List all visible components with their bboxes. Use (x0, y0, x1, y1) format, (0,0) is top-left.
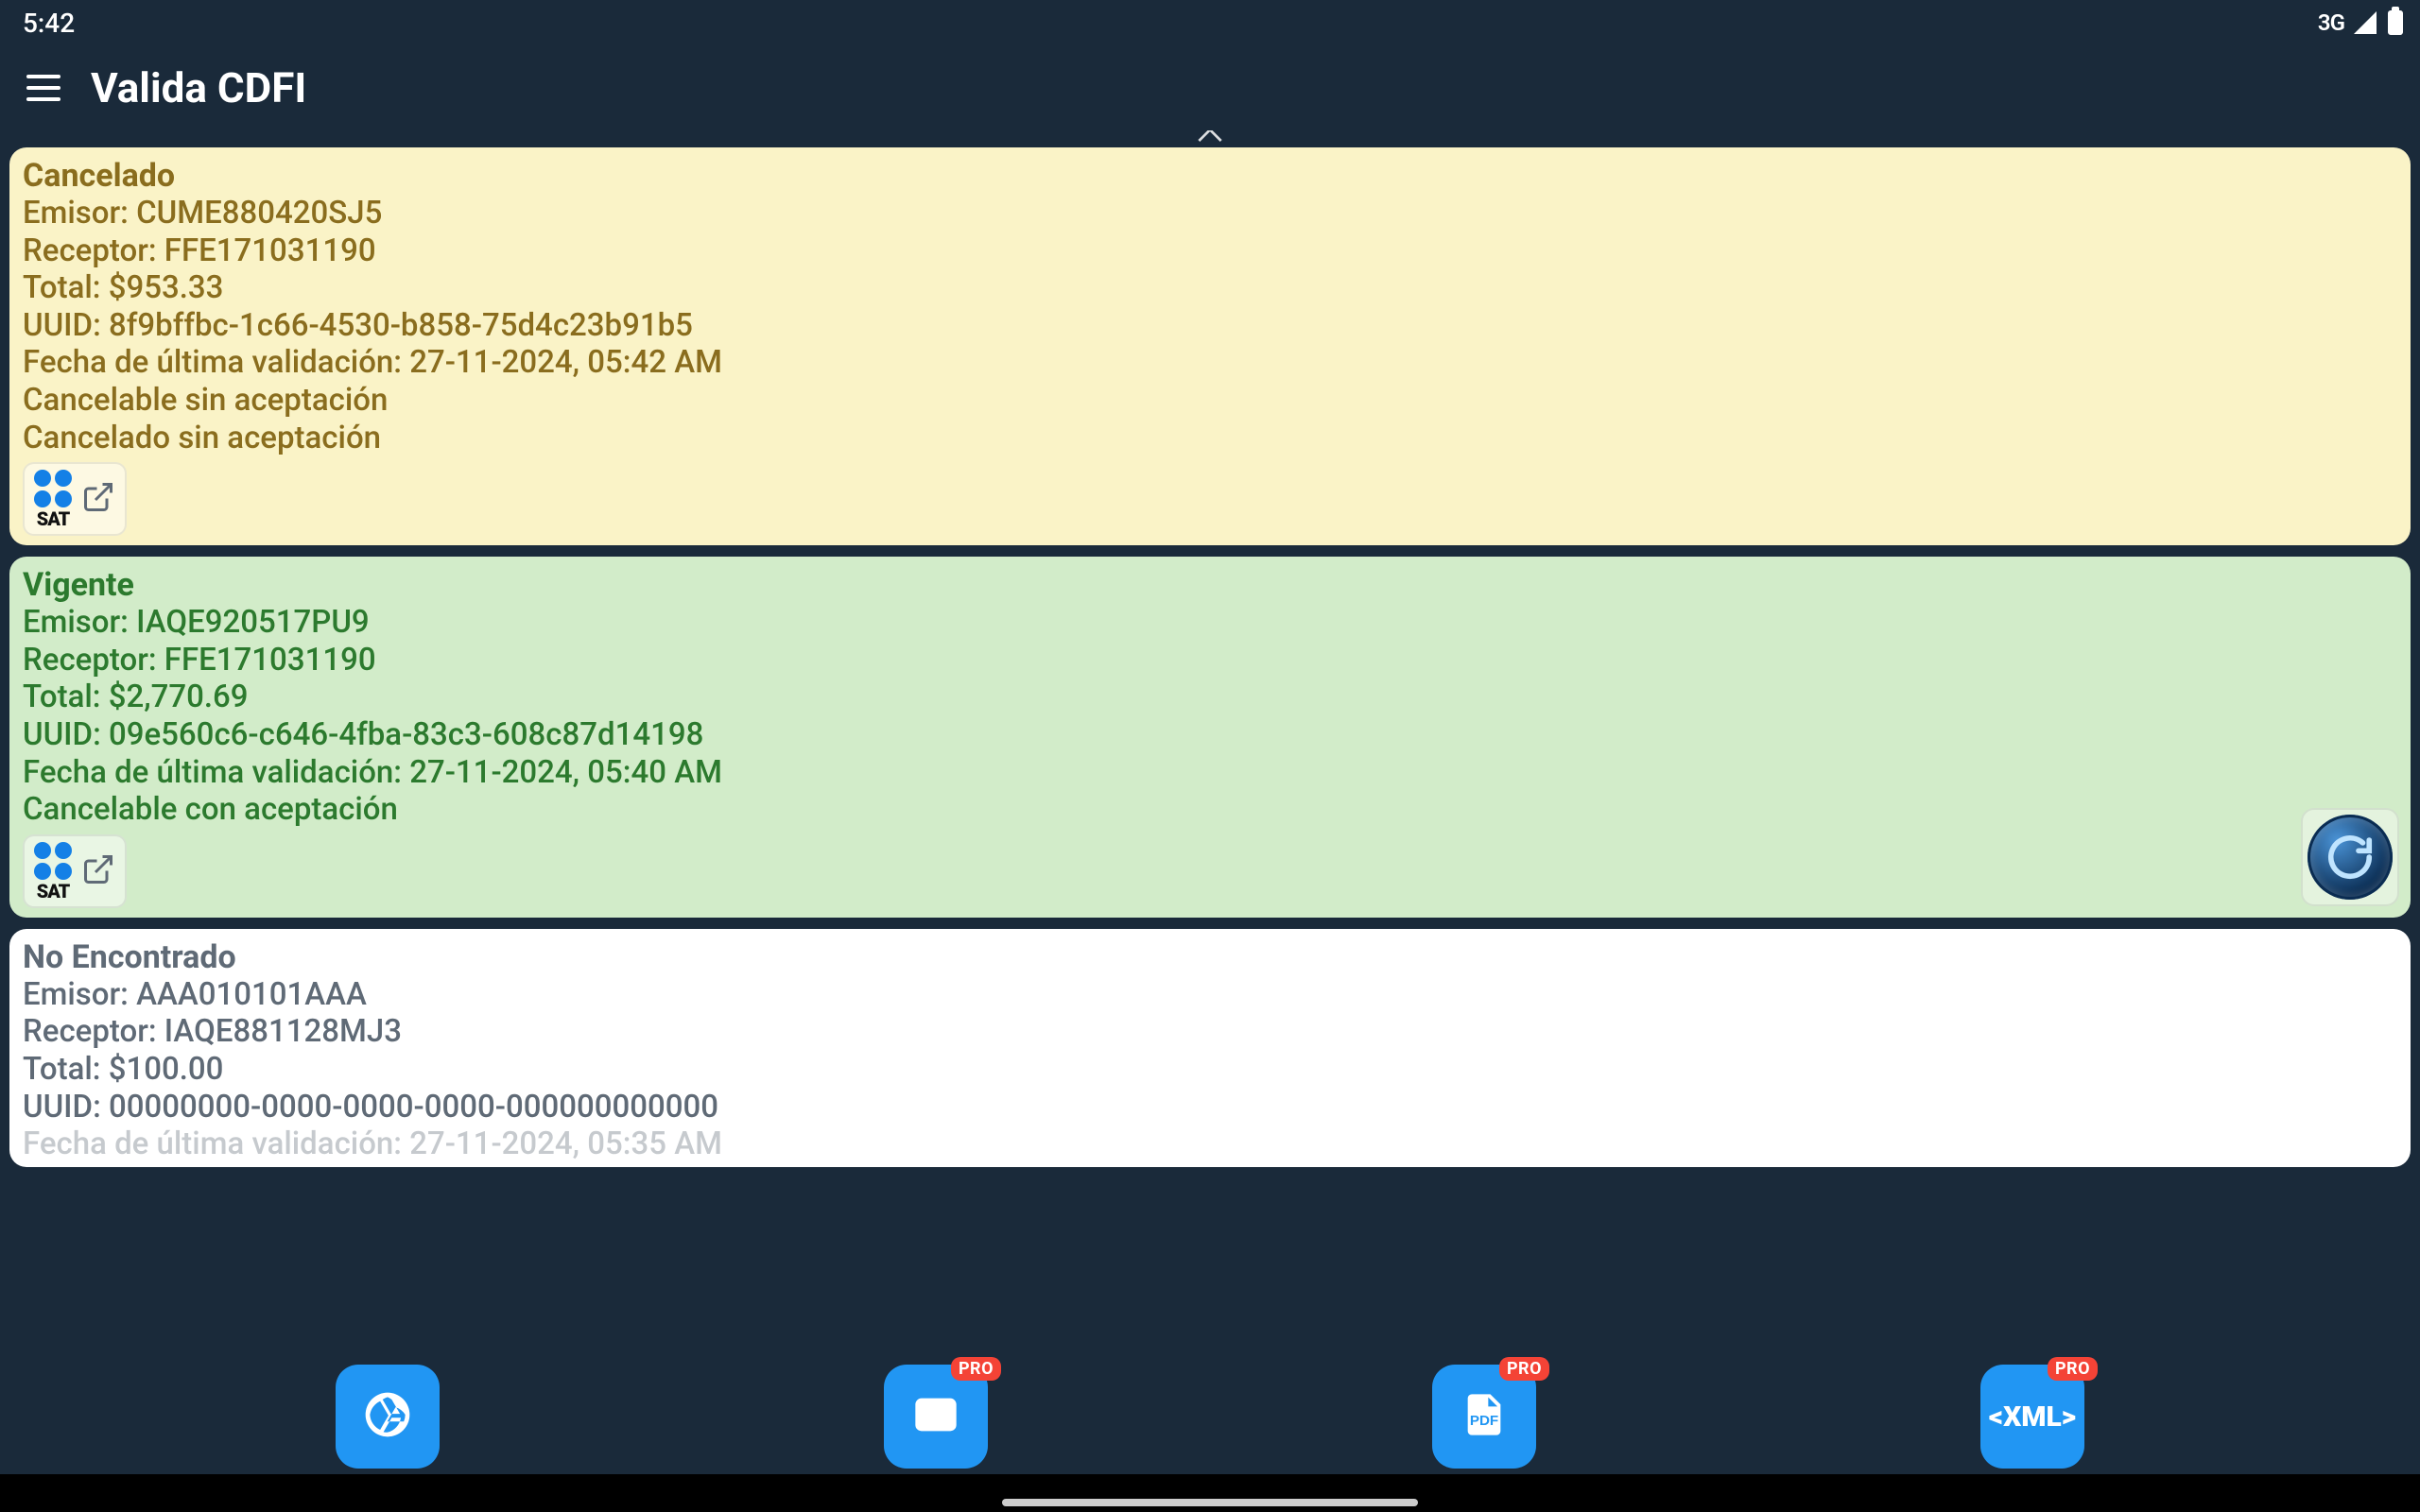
external-link-icon (81, 852, 115, 890)
status-label: Cancelado (23, 157, 2397, 195)
emisor-line: Emisor: CUME880420SJ5 (23, 195, 2397, 232)
sat-logo-icon: SAT (34, 470, 72, 528)
bottom-nav: PRO PDF PRO <XML> PRO (0, 1359, 2420, 1474)
camera-button[interactable] (336, 1365, 440, 1469)
total-line: Total: $100.00 (23, 1051, 2397, 1089)
external-link-icon (81, 480, 115, 518)
emisor-line: Emisor: IAQE920517PU9 (23, 604, 2397, 642)
app-title: Valida CDFI (91, 63, 306, 112)
gallery-button[interactable]: PRO (884, 1365, 988, 1469)
refresh-button[interactable] (2301, 808, 2399, 906)
home-indicator[interactable] (1002, 1499, 1418, 1506)
signal-icon (2354, 11, 2377, 34)
pdf-button[interactable]: PDF PRO (1432, 1365, 1536, 1469)
pro-badge: PRO (1499, 1357, 1549, 1381)
receptor-line: Receptor: FFE171031190 (23, 232, 2397, 270)
invoice-card-vigente[interactable]: Vigente Emisor: IAQE920517PU9 Receptor: … (9, 557, 2411, 918)
status-bar: 5:42 3G (0, 0, 2420, 45)
svg-text:PDF: PDF (1470, 1413, 1498, 1429)
uuid-line: UUID: 8f9bffbc-1c66-4530-b858-75d4c23b91… (23, 307, 2397, 345)
app-bar: Valida CDFI (0, 45, 2420, 130)
open-sat-button[interactable]: SAT (23, 462, 127, 536)
uuid-line: UUID: 00000000-0000-0000-0000-0000000000… (23, 1089, 2397, 1126)
uuid-line: UUID: 09e560c6-c646-4fba-83c3-608c87d141… (23, 716, 2397, 754)
pdf-file-icon: PDF (1460, 1390, 1509, 1443)
total-line: Total: $2,770.69 (23, 679, 2397, 716)
open-sat-button[interactable]: SAT (23, 834, 127, 908)
sat-logo-icon: SAT (34, 842, 72, 901)
pro-badge: PRO (2048, 1357, 2098, 1381)
validation-date-line: Fecha de última validación: 27-11-2024, … (23, 754, 2397, 792)
invoice-list[interactable]: Cancelado Emisor: CUME880420SJ5 Receptor… (0, 147, 2420, 1359)
receptor-line: Receptor: IAQE881128MJ3 (23, 1013, 2397, 1051)
validation-date-line: Fecha de última validación: 27-11-2024, … (23, 344, 2397, 382)
battery-icon (2388, 10, 2403, 35)
invoice-card-notfound[interactable]: No Encontrado Emisor: AAA010101AAA Recep… (9, 929, 2411, 1167)
refresh-icon (2308, 815, 2393, 900)
pro-badge: PRO (951, 1357, 1001, 1381)
camera-shutter-icon (361, 1388, 414, 1445)
status-label: No Encontrado (23, 938, 2397, 976)
receptor-line: Receptor: FFE171031190 (23, 642, 2397, 679)
validation-date-line: Fecha de última validación: 27-11-2024, … (23, 1125, 2397, 1163)
xml-button[interactable]: <XML> PRO (1980, 1365, 2084, 1469)
extra-line: Cancelable sin aceptación (23, 382, 2397, 420)
xml-icon: <XML> (1989, 1400, 2076, 1434)
status-right: 3G (2318, 9, 2403, 36)
total-line: Total: $953.33 (23, 269, 2397, 307)
status-label: Vigente (23, 566, 2397, 604)
network-indicator: 3G (2318, 9, 2344, 36)
image-search-icon (911, 1390, 960, 1443)
invoice-card-cancelado[interactable]: Cancelado Emisor: CUME880420SJ5 Receptor… (9, 147, 2411, 545)
emisor-line: Emisor: AAA010101AAA (23, 976, 2397, 1014)
extra-line: Cancelable con aceptación (23, 791, 2397, 829)
menu-button[interactable] (26, 69, 64, 107)
drag-handle-icon[interactable] (0, 130, 2420, 147)
status-time: 5:42 (23, 8, 75, 39)
extra-line: Cancelado sin aceptación (23, 420, 2397, 457)
nav-bar-area (0, 1474, 2420, 1512)
